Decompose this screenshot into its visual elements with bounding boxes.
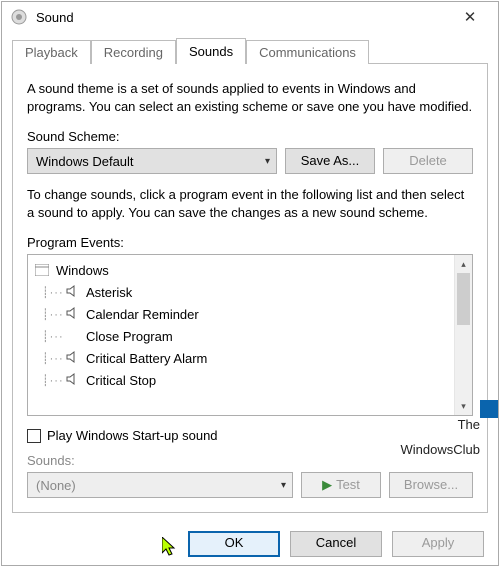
speaker-icon bbox=[66, 285, 80, 299]
apply-button[interactable]: Apply bbox=[392, 531, 484, 557]
tab-playback[interactable]: Playback bbox=[12, 40, 91, 64]
cancel-button[interactable]: Cancel bbox=[290, 531, 382, 557]
events-root-windows[interactable]: Windows bbox=[28, 259, 454, 281]
change-sounds-description: To change sounds, click a program event … bbox=[27, 186, 473, 221]
chevron-down-icon: ▾ bbox=[265, 156, 270, 167]
theme-description: A sound theme is a set of sounds applied… bbox=[27, 80, 473, 115]
event-close-program[interactable]: ┊···Close Program bbox=[28, 325, 454, 347]
scheme-dropdown[interactable]: Windows Default ▾ bbox=[27, 148, 277, 174]
play-startup-label: Play Windows Start-up sound bbox=[47, 428, 218, 443]
sounds-panel: A sound theme is a set of sounds applied… bbox=[12, 63, 488, 513]
dialog-footer: OK Cancel Apply bbox=[2, 521, 498, 567]
delete-button[interactable]: Delete bbox=[383, 148, 473, 174]
play-startup-checkbox[interactable] bbox=[27, 429, 41, 443]
titlebar: Sound ✕ bbox=[2, 2, 498, 32]
close-button[interactable]: ✕ bbox=[450, 8, 490, 26]
scroll-thumb[interactable] bbox=[457, 273, 470, 325]
sounds-label: Sounds: bbox=[27, 453, 473, 468]
save-as-button[interactable]: Save As... bbox=[285, 148, 375, 174]
chevron-down-icon: ▾ bbox=[281, 480, 286, 491]
event-critical-stop[interactable]: ┊···Critical Stop bbox=[28, 369, 454, 391]
speaker-icon bbox=[66, 307, 80, 321]
tab-recording[interactable]: Recording bbox=[91, 40, 176, 64]
sounds-value: (None) bbox=[36, 478, 76, 493]
event-asterisk[interactable]: ┊···Asterisk bbox=[28, 281, 454, 303]
event-calendar-reminder[interactable]: ┊···Calendar Reminder bbox=[28, 303, 454, 325]
scheme-label: Sound Scheme: bbox=[27, 129, 473, 144]
program-events-list[interactable]: Windows ┊···Asterisk ┊···Calendar Remind… bbox=[27, 254, 473, 416]
scroll-up-icon[interactable]: ▴ bbox=[455, 255, 472, 273]
test-button: ▶Test bbox=[301, 472, 381, 498]
speaker-icon bbox=[66, 351, 80, 365]
event-critical-battery[interactable]: ┊···Critical Battery Alarm bbox=[28, 347, 454, 369]
ok-button[interactable]: OK bbox=[188, 531, 280, 557]
tab-strip: Playback Recording Sounds Communications bbox=[12, 38, 488, 64]
tab-communications[interactable]: Communications bbox=[246, 40, 369, 64]
windows-group-icon bbox=[34, 263, 50, 277]
sound-dialog: Sound ✕ Playback Recording Sounds Commun… bbox=[1, 1, 499, 566]
events-scrollbar[interactable]: ▴ ▾ bbox=[454, 255, 472, 415]
browse-button: Browse... bbox=[389, 472, 473, 498]
scheme-value: Windows Default bbox=[36, 154, 134, 169]
play-icon: ▶ bbox=[322, 476, 332, 494]
sounds-dropdown: (None) ▾ bbox=[27, 472, 293, 498]
sound-app-icon bbox=[10, 8, 28, 26]
speaker-icon bbox=[66, 373, 80, 387]
events-label: Program Events: bbox=[27, 235, 473, 250]
window-title: Sound bbox=[36, 10, 450, 25]
scroll-down-icon[interactable]: ▾ bbox=[455, 397, 472, 415]
tab-sounds[interactable]: Sounds bbox=[176, 38, 246, 64]
